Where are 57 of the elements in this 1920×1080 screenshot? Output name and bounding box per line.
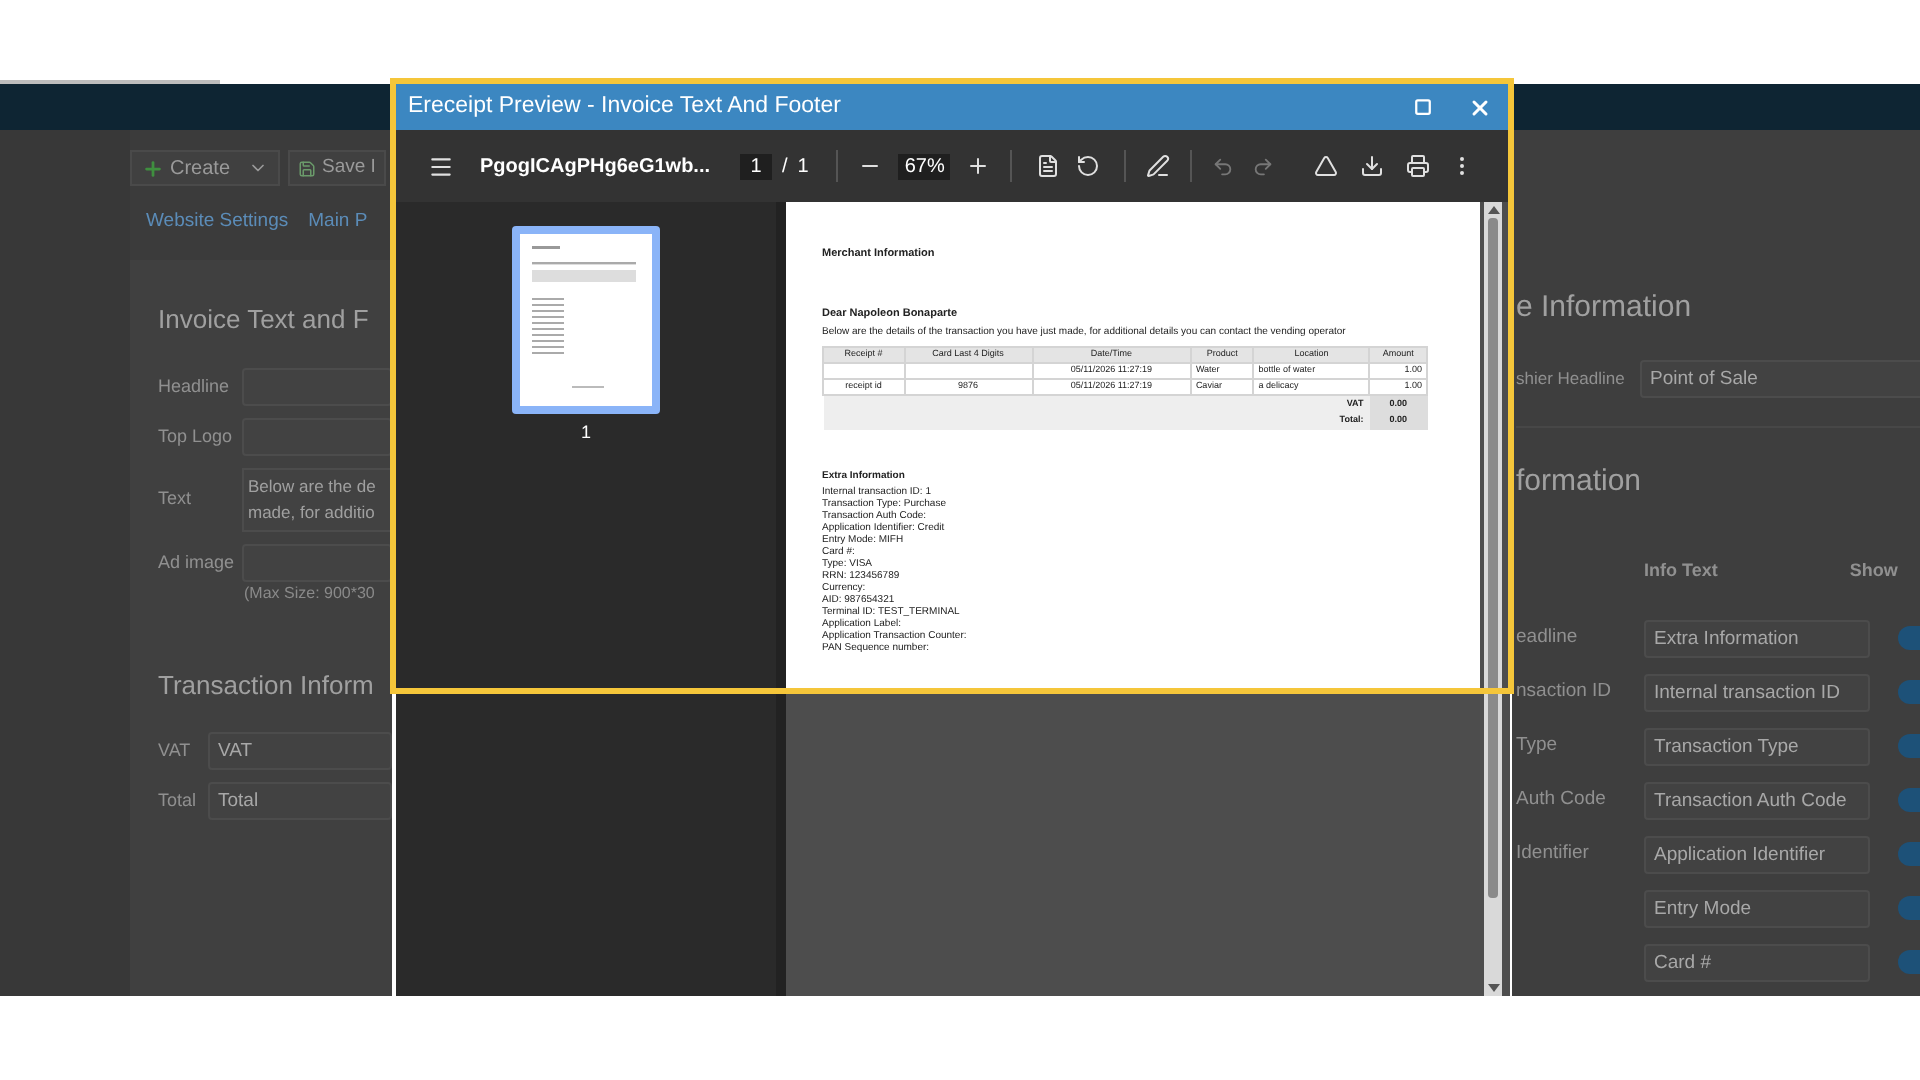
scrollbar[interactable] (1484, 202, 1502, 996)
field-label: Type (1516, 731, 1558, 760)
input-field[interactable] (242, 367, 392, 406)
draw-icon[interactable] (1146, 154, 1171, 178)
hint-text: (Max Size: 900*30 (244, 581, 377, 606)
menu-icon[interactable] (428, 153, 454, 179)
download-icon[interactable] (1360, 154, 1384, 178)
input-field[interactable]: Total (208, 782, 392, 821)
input-field[interactable]: VAT (208, 732, 392, 771)
save-icon (298, 159, 317, 177)
print-icon[interactable] (1406, 154, 1430, 178)
input-field[interactable]: Transaction Auth Code (1644, 781, 1870, 819)
section-heading: e Information (1516, 288, 1694, 328)
page-separator: / (782, 153, 788, 181)
input-field[interactable]: Card # (1644, 943, 1870, 981)
fit-page-icon[interactable] (1036, 154, 1061, 178)
dialog-title: Ereceipt Preview - Invoice Text And Footer (408, 91, 843, 122)
input-field[interactable]: Point of Sale (1640, 359, 1920, 397)
text-area[interactable]: Below are the de made, for additio (242, 467, 392, 532)
column-header: Info Text (1644, 558, 1718, 584)
input-field[interactable]: Application Identifier (1644, 835, 1870, 873)
triangle-icon[interactable] (1314, 154, 1338, 178)
section-heading: Transaction Inform (158, 667, 376, 704)
field-label: VAT (158, 738, 193, 764)
input-field[interactable]: Transaction Type (1644, 727, 1870, 765)
rotate-icon[interactable] (1076, 154, 1101, 178)
field-label: eadline (1516, 623, 1578, 652)
field-label: Auth Code (1516, 785, 1606, 814)
field-label: Headline (158, 373, 232, 399)
field-label: shier Headline (1516, 365, 1627, 391)
plus-icon (142, 157, 164, 179)
close-icon[interactable] (1468, 95, 1492, 119)
thumbnail-label: 1 (580, 420, 591, 446)
zoom-in-icon[interactable] (966, 154, 991, 178)
field-label: Ad image (158, 549, 237, 576)
page-count: 1 (797, 153, 809, 181)
tab-link[interactable]: Website Settings (146, 208, 289, 237)
input-field[interactable] (242, 417, 392, 456)
field-label: Text (158, 486, 194, 512)
zoom-field[interactable]: 67% (898, 153, 951, 179)
tab-link[interactable]: Main P (308, 208, 368, 237)
input-field[interactable] (242, 543, 392, 582)
field-label: Top Logo (158, 423, 235, 450)
field-label: Identifier (1516, 839, 1589, 868)
column-header: Show (1849, 558, 1898, 584)
input-field[interactable]: Entry Mode (1644, 889, 1870, 927)
section-heading: Invoice Text and F (158, 302, 371, 339)
input-field[interactable]: Internal transaction ID (1644, 673, 1870, 711)
maximize-icon[interactable] (1414, 98, 1432, 116)
field-label: nsaction ID (1516, 677, 1612, 706)
field-label: Total (158, 788, 199, 814)
input-field[interactable]: Extra Information (1644, 619, 1870, 657)
file-name: PgogICAgPHg6eG1wb... (480, 153, 711, 181)
save-button[interactable]: Save I (288, 150, 386, 186)
section-heading: formation (1516, 461, 1644, 501)
create-button[interactable]: Create (130, 150, 281, 186)
page-input[interactable]: 1 (740, 153, 773, 179)
